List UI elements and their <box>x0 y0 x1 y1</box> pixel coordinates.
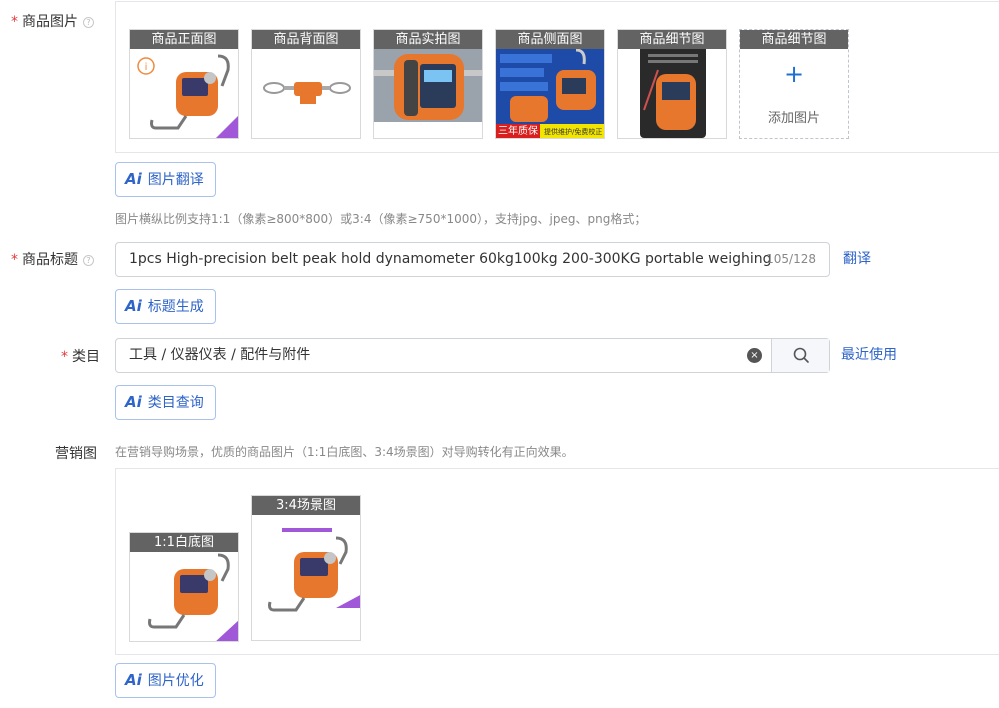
ai-icon: Ai <box>125 671 142 689</box>
marketing-card-scene[interactable]: 3:4场景图 <box>251 495 361 641</box>
marketing-card-white-bg[interactable]: 1:1白底图 <box>129 532 239 642</box>
title-char-counter: 105/128 <box>766 252 816 266</box>
service-badge: 提供维护/免费校正 <box>544 128 603 136</box>
marketing-hint: 在营销导购场景，优质的商品图片（1:1白底图、3:4场景图）对导购转化有正向效果… <box>115 445 574 459</box>
warranty-badge: 三年质保 <box>498 126 538 137</box>
image-card-caption: 商品细节图 <box>740 30 848 49</box>
image-card-caption: 1:1白底图 <box>130 533 238 552</box>
clear-icon[interactable]: × <box>747 348 762 363</box>
category-query-button[interactable]: Ai 类目查询 <box>115 385 216 420</box>
category-input-value: 工具 / 仪器仪表 / 配件与附件 <box>129 347 311 363</box>
image-card-caption: 商品背面图 <box>252 30 360 49</box>
translate-link[interactable]: 翻译 <box>843 248 871 268</box>
image-card-real-shot[interactable]: 商品实拍图 <box>373 29 483 139</box>
ai-icon: Ai <box>125 170 142 188</box>
add-image-label: 添加图片 <box>767 111 820 126</box>
image-spec-hint: 图片横纵比例支持1:1（像素≥800*800）或3:4（像素≥750*1000）… <box>115 212 647 226</box>
image-card-front[interactable]: 商品正面图 i <box>129 29 239 139</box>
image-card-back[interactable]: 商品背面图 <box>251 29 361 139</box>
marketing-panel: 1:1白底图 3:4场景图 <box>115 468 999 655</box>
ai-icon: Ai <box>125 297 142 315</box>
required-mark: * <box>11 14 18 30</box>
question-circle-icon[interactable]: ? <box>83 17 94 28</box>
category-label: * 类目 <box>61 349 100 365</box>
title-label: * 商品标题? <box>11 249 94 269</box>
image-card-caption: 3:4场景图 <box>252 496 360 515</box>
image-optimize-button[interactable]: Ai 图片优化 <box>115 663 216 698</box>
image-card-caption: 商品正面图 <box>130 30 238 49</box>
category-search-button[interactable] <box>771 339 829 372</box>
required-mark: * <box>11 252 18 268</box>
marketing-label: 营销图 <box>55 446 97 462</box>
required-mark: * <box>61 349 68 365</box>
svg-text:i: i <box>145 62 148 73</box>
image-card-caption: 商品侧面图 <box>496 30 604 49</box>
image-card-detail[interactable]: 商品细节图 <box>617 29 727 139</box>
recent-used-link[interactable]: 最近使用 <box>841 344 897 364</box>
product-images-label: * 商品图片? <box>11 11 94 31</box>
ai-icon: Ai <box>125 393 142 411</box>
product-images-panel: 商品正面图 i 商品背面图 商品实拍图 商品侧面图 三年质保 提供维护/免费校正… <box>115 1 999 153</box>
title-input-value: 1pcs High-precision belt peak hold dynam… <box>129 251 772 267</box>
add-image-card[interactable]: 商品细节图 + 添加图片 <box>739 29 849 139</box>
search-icon <box>793 347 809 363</box>
title-input[interactable]: 1pcs High-precision belt peak hold dynam… <box>115 242 830 277</box>
question-circle-icon[interactable]: ? <box>83 255 94 266</box>
category-input[interactable]: 工具 / 仪器仪表 / 配件与附件 × <box>115 338 830 373</box>
title-generate-button[interactable]: Ai 标题生成 <box>115 289 216 324</box>
image-card-side[interactable]: 商品侧面图 三年质保 提供维护/免费校正 <box>495 29 605 139</box>
image-translate-button[interactable]: Ai 图片翻译 <box>115 162 216 197</box>
image-card-caption: 商品实拍图 <box>374 30 482 49</box>
image-card-caption: 商品细节图 <box>618 30 726 49</box>
plus-icon: + <box>783 60 805 88</box>
marketing-photo-scene <box>252 496 360 640</box>
